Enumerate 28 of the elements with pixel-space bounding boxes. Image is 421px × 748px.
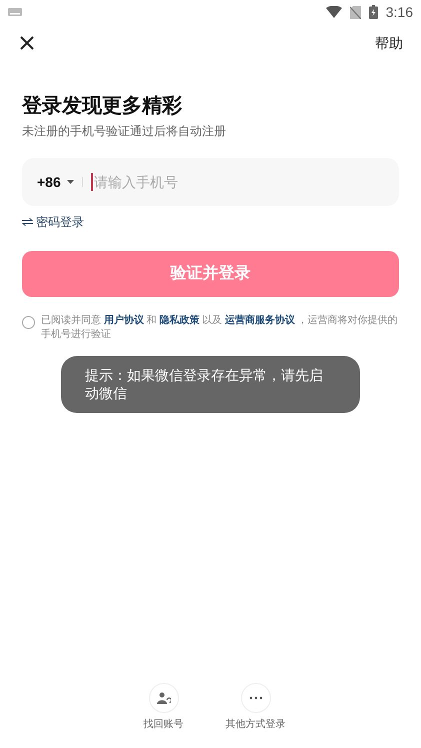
phone-input[interactable]: 请输入手机号 [94,172,384,192]
toast: 提示：如果微信登录存在异常，请先启动微信 [61,356,360,413]
battery-icon [368,5,378,19]
login-option[interactable]: 其他方式登录 [224,683,288,732]
close-icon [19,35,35,51]
option-label: 其他方式登录 [226,718,286,732]
password-login-link[interactable]: 密码登录 [22,213,84,231]
phone-field[interactable]: +86 请输入手机号 [22,158,399,206]
agreement-link[interactable]: 用户协议 [104,315,144,326]
agreement-text: 已阅读并同意 用户协议 和 隐私政策 以及 运营商服务协议 ，运营商将对你提供的手机号进行验证 [41,314,399,342]
agreement-link[interactable]: 隐私政策 [159,315,200,326]
close-button[interactable] [18,34,36,52]
more-icon [248,696,262,700]
caret-icon [66,180,74,184]
keyboard-icon [8,8,22,16]
option-label: 找回账号 [144,718,184,732]
page-title: 登录发现更多精彩 [22,94,183,119]
page-subtitle: 未注册的手机号验证通过后将自动注册 [22,123,227,140]
wifi-icon [326,6,342,18]
user-refresh-icon [156,692,170,704]
login-option[interactable]: 找回账号 [132,683,196,732]
country-code[interactable]: +86 [37,172,61,192]
help-link[interactable]: 帮助 [375,32,403,54]
no-sim-icon [350,6,361,18]
agreement-link[interactable]: 运营商服务协议 [224,315,295,326]
status-time: 3:16 [386,2,413,22]
swap-icon [22,218,33,226]
agreement-checkbox[interactable] [22,316,35,329]
